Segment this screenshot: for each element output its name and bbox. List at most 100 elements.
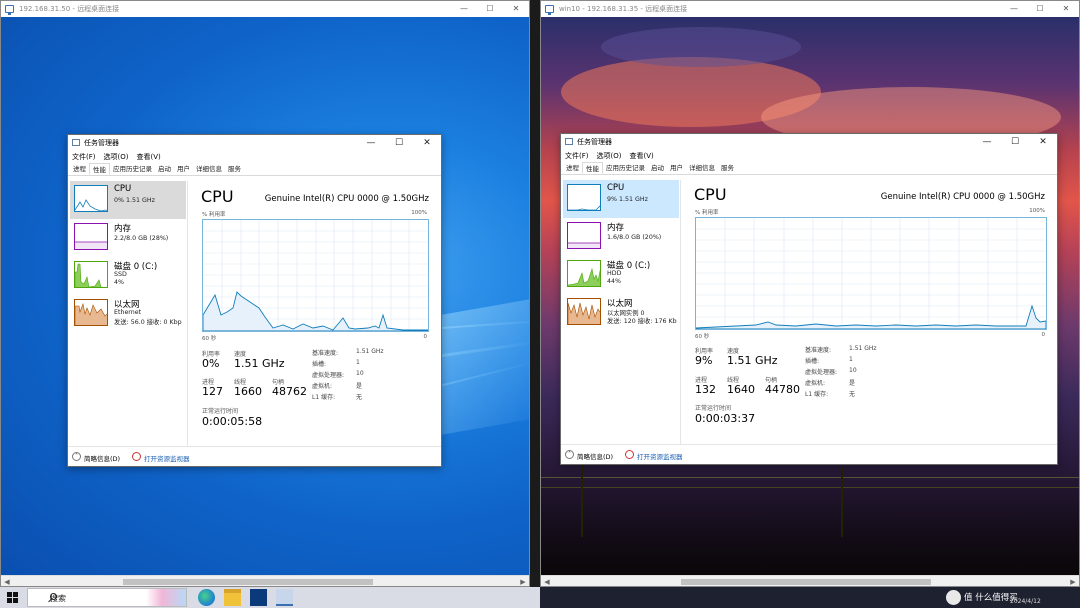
sidebar-item-ethernet[interactable]: 以太网 以太网实例 0 发送: 120 接收: 176 Kb (563, 294, 679, 332)
sidebar-item-disk[interactable]: 磁盘 0 (C:) HDD 44% (563, 256, 679, 294)
menu-view[interactable]: 查看(V) (629, 150, 653, 162)
minimize-button[interactable]: — (973, 134, 1001, 150)
maximize-button[interactable]: ☐ (477, 1, 503, 17)
kv-label: 插槽: (805, 358, 820, 365)
remote-desktop-taskbar-icon[interactable] (276, 589, 293, 606)
menu-options[interactable]: 选项(O) (104, 151, 129, 163)
tab-startup[interactable]: 启动 (155, 163, 174, 175)
sidebar-sub: 9% 1.51 GHz (607, 196, 648, 203)
sidebar-sub: 发送: 56.0 接收: 0 Kbp (114, 319, 182, 326)
edge-browser-icon[interactable] (198, 589, 215, 606)
cpu-speed-value: 1.51 GHz (727, 354, 778, 367)
minimize-button[interactable]: — (451, 1, 477, 17)
time-axis-right: 0 (423, 334, 428, 340)
taskbar: 搜索 值 什么值得买 2024/4/12 (0, 587, 1080, 608)
sidebar-label: 内存 (114, 224, 132, 234)
maximize-button[interactable]: ☐ (1027, 1, 1053, 17)
tab-users[interactable]: 用户 (667, 162, 686, 174)
time-axis-left: 60 秒 (695, 334, 710, 340)
tab-app-history[interactable]: 应用历史记录 (110, 163, 155, 175)
memory-thumbnail (74, 223, 108, 250)
resource-monitor-icon (132, 452, 141, 461)
chevron-up-icon[interactable]: ˄ (565, 450, 574, 459)
handle-count: 48762 (272, 385, 307, 398)
resource-monitor-icon (625, 450, 634, 459)
sidebar-item-cpu[interactable]: CPU 9% 1.51 GHz (563, 180, 679, 218)
tab-app-history[interactable]: 应用历史记录 (603, 162, 648, 174)
tab-performance[interactable]: 性能 (89, 163, 110, 175)
menu-options[interactable]: 选项(O) (597, 150, 622, 162)
maximize-button[interactable]: ☐ (1001, 134, 1029, 150)
sidebar-sub: 0% 1.51 GHz (114, 197, 155, 204)
cpu-model-name: Genuine Intel(R) CPU 0000 @ 1.50GHz (264, 194, 429, 204)
sidebar-item-disk[interactable]: 磁盘 0 (C:) SSD 4% (70, 257, 186, 295)
cpu-utilization-value: 9% (695, 354, 713, 367)
close-button[interactable]: ✕ (1029, 134, 1057, 150)
file-explorer-icon[interactable] (224, 589, 241, 606)
sidebar-sub: SSD (114, 271, 127, 278)
thread-count: 1660 (234, 385, 262, 398)
tab-bar: 进程 性能 应用历史记录 启动 用户 详细信息 服务 (561, 162, 1057, 175)
cpu-usage-graph (695, 217, 1047, 330)
tm-window-controls: — ☐ ✕ (357, 135, 441, 151)
rdp-title-text: 192.168.31.50 - 远程桌面连接 (19, 5, 120, 13)
tab-services[interactable]: 服务 (718, 162, 737, 174)
rdp-titlebar-right[interactable]: win10 - 192.168.31.35 - 远程桌面连接 (541, 1, 1079, 17)
perf-sidebar: CPU 0% 1.51 GHz 内存 2.2/8.0 GB (28%) 磁盘 0… (70, 181, 186, 333)
tab-services[interactable]: 服务 (225, 163, 244, 175)
sidebar-sub: HDD (607, 270, 622, 277)
minimize-button[interactable]: — (357, 135, 385, 151)
process-count: 132 (695, 383, 716, 396)
open-resource-monitor-link[interactable]: 打开资源监视器 (144, 453, 190, 463)
disk-thumbnail (74, 261, 108, 288)
tm-titlebar[interactable]: 任务管理器 — ☐ ✕ (68, 135, 441, 151)
remote-desktop-icon (545, 5, 554, 15)
minimize-button[interactable]: — (1001, 1, 1027, 17)
tm-titlebar[interactable]: 任务管理器 — ☐ ✕ (561, 134, 1057, 150)
sidebar-sub: 4% (114, 279, 124, 286)
sidebar-item-cpu[interactable]: CPU 0% 1.51 GHz (70, 181, 186, 219)
kv-value: 是 (356, 383, 363, 390)
tab-details[interactable]: 详细信息 (193, 163, 225, 175)
tm-footer: ˄ 简略信息(D) 打开资源监视器 (68, 446, 441, 466)
search-box[interactable]: 搜索 (27, 588, 187, 607)
horizontal-scrollbar-right[interactable]: ◀ ▶ (541, 575, 1079, 586)
fewer-details-button[interactable]: 简略信息(D) (84, 453, 120, 463)
menu-file[interactable]: 文件(F) (565, 150, 589, 162)
maximize-button[interactable]: ☐ (385, 135, 413, 151)
fewer-details-button[interactable]: 简略信息(D) (577, 451, 613, 461)
page-title: CPU (201, 187, 234, 206)
stat-label: 正常运行时间 (202, 408, 239, 415)
kv-label: L1 缓存: (805, 391, 829, 398)
kv-value: 1.51 GHz (356, 348, 384, 355)
powershell-icon[interactable] (250, 589, 267, 606)
taskbar-date: 2024/4/12 (1010, 598, 1041, 605)
chevron-up-icon[interactable]: ˄ (72, 452, 81, 461)
tab-details[interactable]: 详细信息 (686, 162, 718, 174)
task-manager-icon (72, 139, 80, 146)
close-button[interactable]: ✕ (413, 135, 441, 151)
sidebar-item-memory[interactable]: 内存 1.6/8.0 GB (20%) (563, 218, 679, 256)
tab-processes[interactable]: 进程 (70, 163, 89, 175)
sidebar-item-memory[interactable]: 内存 2.2/8.0 GB (28%) (70, 219, 186, 257)
util-axis-max: 100% (1029, 208, 1045, 214)
tab-performance[interactable]: 性能 (582, 162, 603, 174)
kv-label: 虚拟机: (312, 383, 333, 390)
horizontal-scrollbar-left[interactable]: ◀ ▶ (1, 575, 529, 586)
menu-file[interactable]: 文件(F) (72, 151, 96, 163)
rdp-titlebar-left[interactable]: 192.168.31.50 - 远程桌面连接 (1, 1, 529, 17)
disk-thumbnail (567, 260, 601, 287)
menu-view[interactable]: 查看(V) (136, 151, 160, 163)
windows-start-icon[interactable] (7, 592, 18, 603)
close-button[interactable]: ✕ (1053, 1, 1079, 17)
ethernet-thumbnail (567, 298, 601, 325)
menu-bar: 文件(F) 选项(O) 查看(V) (561, 150, 1057, 162)
cpu-utilization-value: 0% (202, 357, 220, 370)
open-resource-monitor-link[interactable]: 打开资源监视器 (637, 451, 683, 461)
tab-users[interactable]: 用户 (174, 163, 193, 175)
sidebar-item-ethernet[interactable]: 以太网 Ethernet 发送: 56.0 接收: 0 Kbp (70, 295, 186, 333)
close-button[interactable]: ✕ (503, 1, 529, 17)
tab-processes[interactable]: 进程 (563, 162, 582, 174)
tab-startup[interactable]: 启动 (648, 162, 667, 174)
rdp-window-controls: — ☐ ✕ (451, 1, 529, 17)
